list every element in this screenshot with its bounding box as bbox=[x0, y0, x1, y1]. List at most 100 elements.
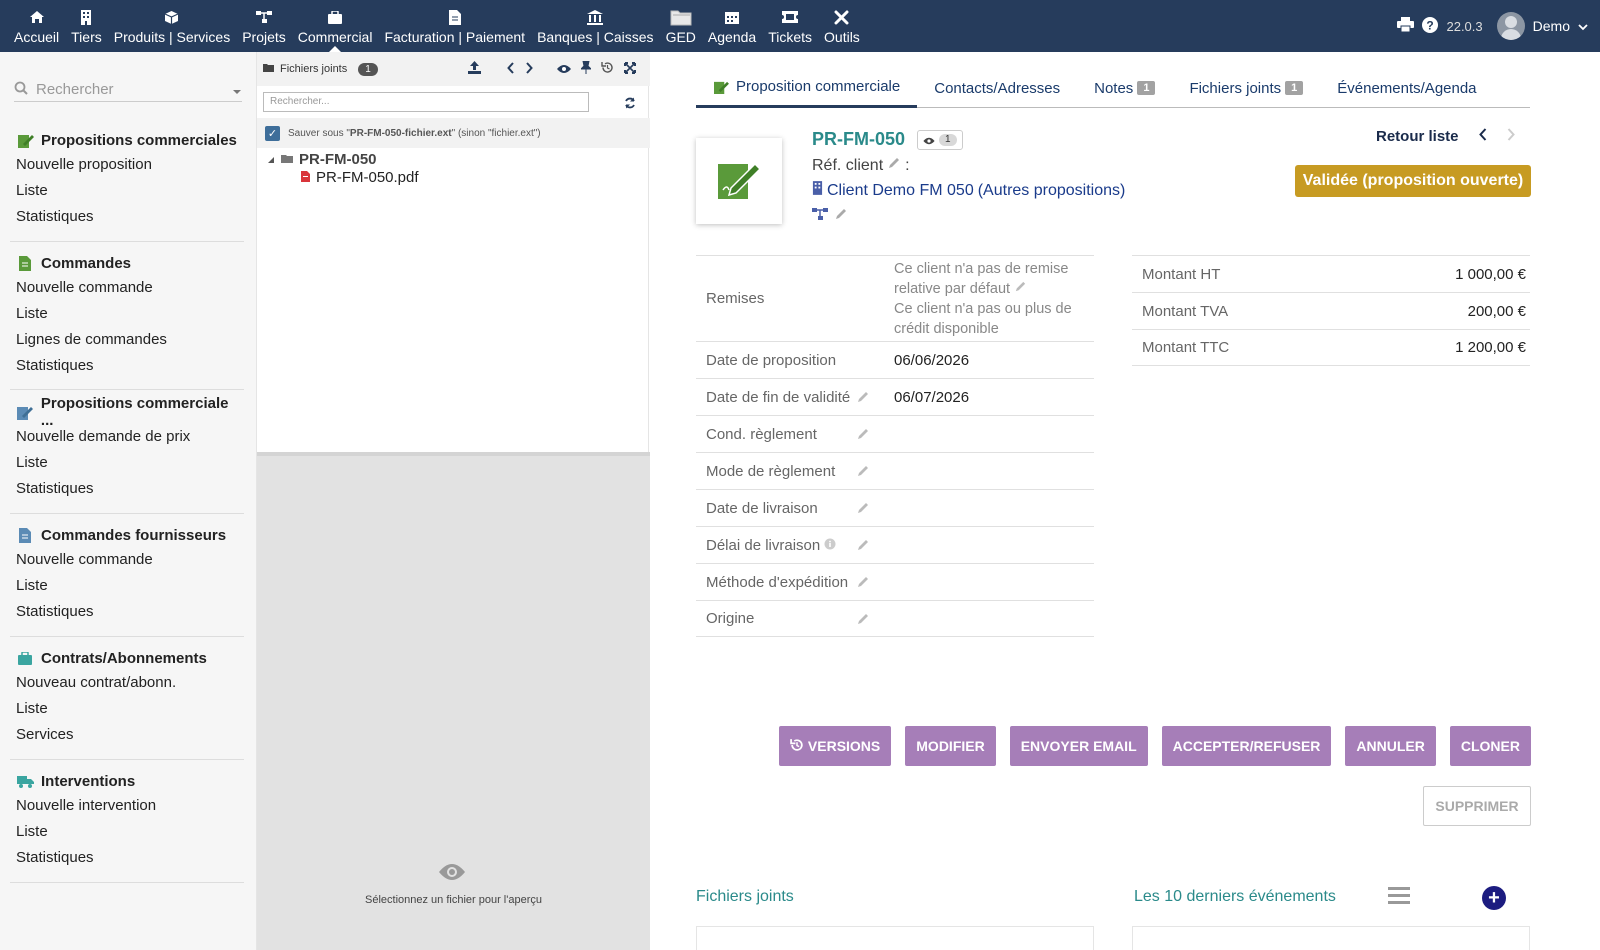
menu-link[interactable]: Services bbox=[16, 722, 244, 748]
menu-tickets[interactable]: Tickets bbox=[762, 0, 818, 52]
sidebar-search[interactable]: Rechercher bbox=[14, 78, 242, 102]
menu-ged[interactable]: GED bbox=[660, 0, 702, 52]
field-label: Date de proposition bbox=[706, 351, 837, 369]
pencil-icon[interactable] bbox=[856, 427, 886, 441]
send-email-button[interactable]: ENVOYER EMAIL bbox=[1009, 726, 1148, 766]
chevron-left-icon[interactable] bbox=[507, 61, 515, 77]
triangle-down-icon[interactable] bbox=[267, 151, 275, 168]
menu-title[interactable]: Contrats/Abonnements bbox=[16, 646, 244, 670]
menu-title[interactable]: Propositions commerciales bbox=[16, 128, 244, 152]
menu-link[interactable]: Statistiques bbox=[16, 845, 244, 871]
menu-title[interactable]: Commandes fournisseurs bbox=[16, 523, 244, 547]
menu-produits-services[interactable]: Produits | Services bbox=[108, 0, 236, 52]
events-table-top bbox=[1132, 926, 1530, 950]
folder-open-icon bbox=[263, 63, 275, 76]
menu-link[interactable]: Liste bbox=[16, 819, 244, 845]
pencil-icon[interactable] bbox=[1014, 281, 1027, 297]
menu-link[interactable]: Statistiques bbox=[16, 599, 244, 625]
cube-icon bbox=[164, 9, 179, 25]
list-icon[interactable] bbox=[1388, 886, 1410, 907]
menu-facturation[interactable]: Facturation | Paiement bbox=[378, 0, 531, 52]
object-image bbox=[696, 138, 782, 224]
add-event-button[interactable]: + bbox=[1482, 886, 1506, 910]
file-search-input[interactable]: Rechercher... bbox=[263, 92, 589, 112]
tab-badge: 1 bbox=[1137, 81, 1156, 95]
save-as-checkbox[interactable]: ✓ bbox=[265, 125, 280, 141]
menu-link[interactable]: Nouvelle commande bbox=[16, 547, 244, 573]
previous-icon[interactable] bbox=[1478, 128, 1487, 145]
versions-button[interactable]: VERSIONS bbox=[778, 726, 892, 766]
history-icon[interactable] bbox=[601, 61, 614, 77]
pencil-icon[interactable] bbox=[887, 156, 901, 175]
tree-file[interactable]: PR-FM-050.pdf bbox=[301, 168, 419, 186]
other-proposals-link[interactable]: (Autres propositions) bbox=[978, 182, 1126, 200]
menu-projets[interactable]: Projets bbox=[236, 0, 292, 52]
pencil-icon[interactable] bbox=[856, 464, 886, 478]
menu-block-interventions: Interventions Nouvelle intervention List… bbox=[10, 769, 244, 883]
next-icon[interactable] bbox=[1507, 128, 1515, 145]
back-nav: Retour liste bbox=[1376, 128, 1515, 145]
pin-icon[interactable] bbox=[579, 60, 593, 77]
info-icon[interactable] bbox=[824, 537, 836, 554]
tree-folder[interactable]: PR-FM-050 bbox=[267, 150, 419, 168]
accept-refuse-button[interactable]: ACCEPTER/REFUSER bbox=[1161, 726, 1332, 766]
expand-icon[interactable] bbox=[624, 61, 636, 77]
menu-tiers[interactable]: Tiers bbox=[65, 0, 108, 52]
building-icon bbox=[812, 181, 823, 200]
pencil-icon[interactable] bbox=[856, 390, 886, 404]
client-link[interactable]: Client Demo FM 050 bbox=[827, 182, 974, 200]
menu-link[interactable]: Liste bbox=[16, 573, 244, 599]
menu-link[interactable]: Nouveau contrat/abonn. bbox=[16, 670, 244, 696]
chevron-right-icon[interactable] bbox=[525, 61, 533, 77]
avatar[interactable] bbox=[1496, 12, 1525, 40]
pencil-icon[interactable] bbox=[856, 612, 886, 626]
tab-notes[interactable]: Notes 1 bbox=[1077, 68, 1172, 108]
menu-link[interactable]: Liste bbox=[16, 301, 244, 327]
tab-proposition[interactable]: Proposition commerciale bbox=[696, 68, 918, 108]
tab-events[interactable]: Événements/Agenda bbox=[1320, 68, 1493, 108]
menu-banques[interactable]: Banques | Caisses bbox=[531, 0, 659, 52]
menu-link[interactable]: Liste bbox=[16, 178, 244, 204]
menu-link[interactable]: Nouvelle proposition bbox=[16, 152, 244, 178]
menu-block-orders: Commandes Nouvelle commande Liste Lignes… bbox=[10, 251, 244, 390]
clone-button[interactable]: CLONER bbox=[1449, 726, 1531, 766]
menu-title[interactable]: Interventions bbox=[16, 769, 244, 793]
refresh-icon[interactable] bbox=[624, 96, 636, 112]
menu-title[interactable]: Commandes bbox=[16, 251, 244, 275]
menu-link[interactable]: Liste bbox=[16, 696, 244, 722]
tab-files[interactable]: Fichiers joints 1 bbox=[1172, 68, 1320, 108]
field-label: Origine bbox=[706, 610, 755, 627]
search-input[interactable]: Rechercher bbox=[36, 81, 232, 98]
pencil-icon[interactable] bbox=[856, 575, 886, 589]
upload-icon[interactable] bbox=[468, 61, 481, 77]
eye-icon[interactable] bbox=[557, 61, 571, 77]
delete-button[interactable]: SUPPRIMER bbox=[1423, 786, 1531, 826]
modify-button[interactable]: MODIFIER bbox=[905, 726, 996, 766]
print-icon[interactable] bbox=[1397, 17, 1415, 35]
menu-link[interactable]: Lignes de commandes bbox=[16, 327, 244, 353]
save-as-filename: PR-FM-050-fichier.ext bbox=[349, 127, 452, 139]
back-to-list-link[interactable]: Retour liste bbox=[1376, 128, 1459, 145]
help-icon[interactable]: ? bbox=[1422, 16, 1439, 36]
menu-outils[interactable]: Outils bbox=[818, 0, 866, 52]
menu-link[interactable]: Statistiques bbox=[16, 476, 244, 502]
menu-accueil[interactable]: Accueil bbox=[8, 0, 65, 52]
menu-link[interactable]: Statistiques bbox=[16, 204, 244, 230]
menu-agenda[interactable]: Agenda bbox=[702, 0, 762, 52]
menu-link[interactable]: Nouvelle commande bbox=[16, 275, 244, 301]
menu-commercial[interactable]: Commercial bbox=[292, 0, 379, 52]
menu-link[interactable]: Statistiques bbox=[16, 353, 244, 379]
ref-client-colon: : bbox=[905, 156, 910, 174]
pencil-icon[interactable] bbox=[856, 538, 886, 552]
menu-link[interactable]: Nouvelle intervention bbox=[16, 793, 244, 819]
pencil-icon[interactable] bbox=[834, 207, 848, 224]
cancel-button[interactable]: ANNULER bbox=[1345, 726, 1436, 766]
pencil-icon[interactable] bbox=[856, 501, 886, 515]
tab-contacts[interactable]: Contacts/Adresses bbox=[917, 68, 1077, 108]
menu-link[interactable]: Liste bbox=[16, 450, 244, 476]
chevron-down-icon[interactable] bbox=[1578, 18, 1588, 34]
amount-value: 200,00 € bbox=[1467, 302, 1526, 320]
menu-title[interactable]: Propositions commerciale ... bbox=[16, 395, 244, 429]
username[interactable]: Demo bbox=[1533, 18, 1570, 34]
main-content: Proposition commerciale Contacts/Adresse… bbox=[652, 52, 1600, 950]
